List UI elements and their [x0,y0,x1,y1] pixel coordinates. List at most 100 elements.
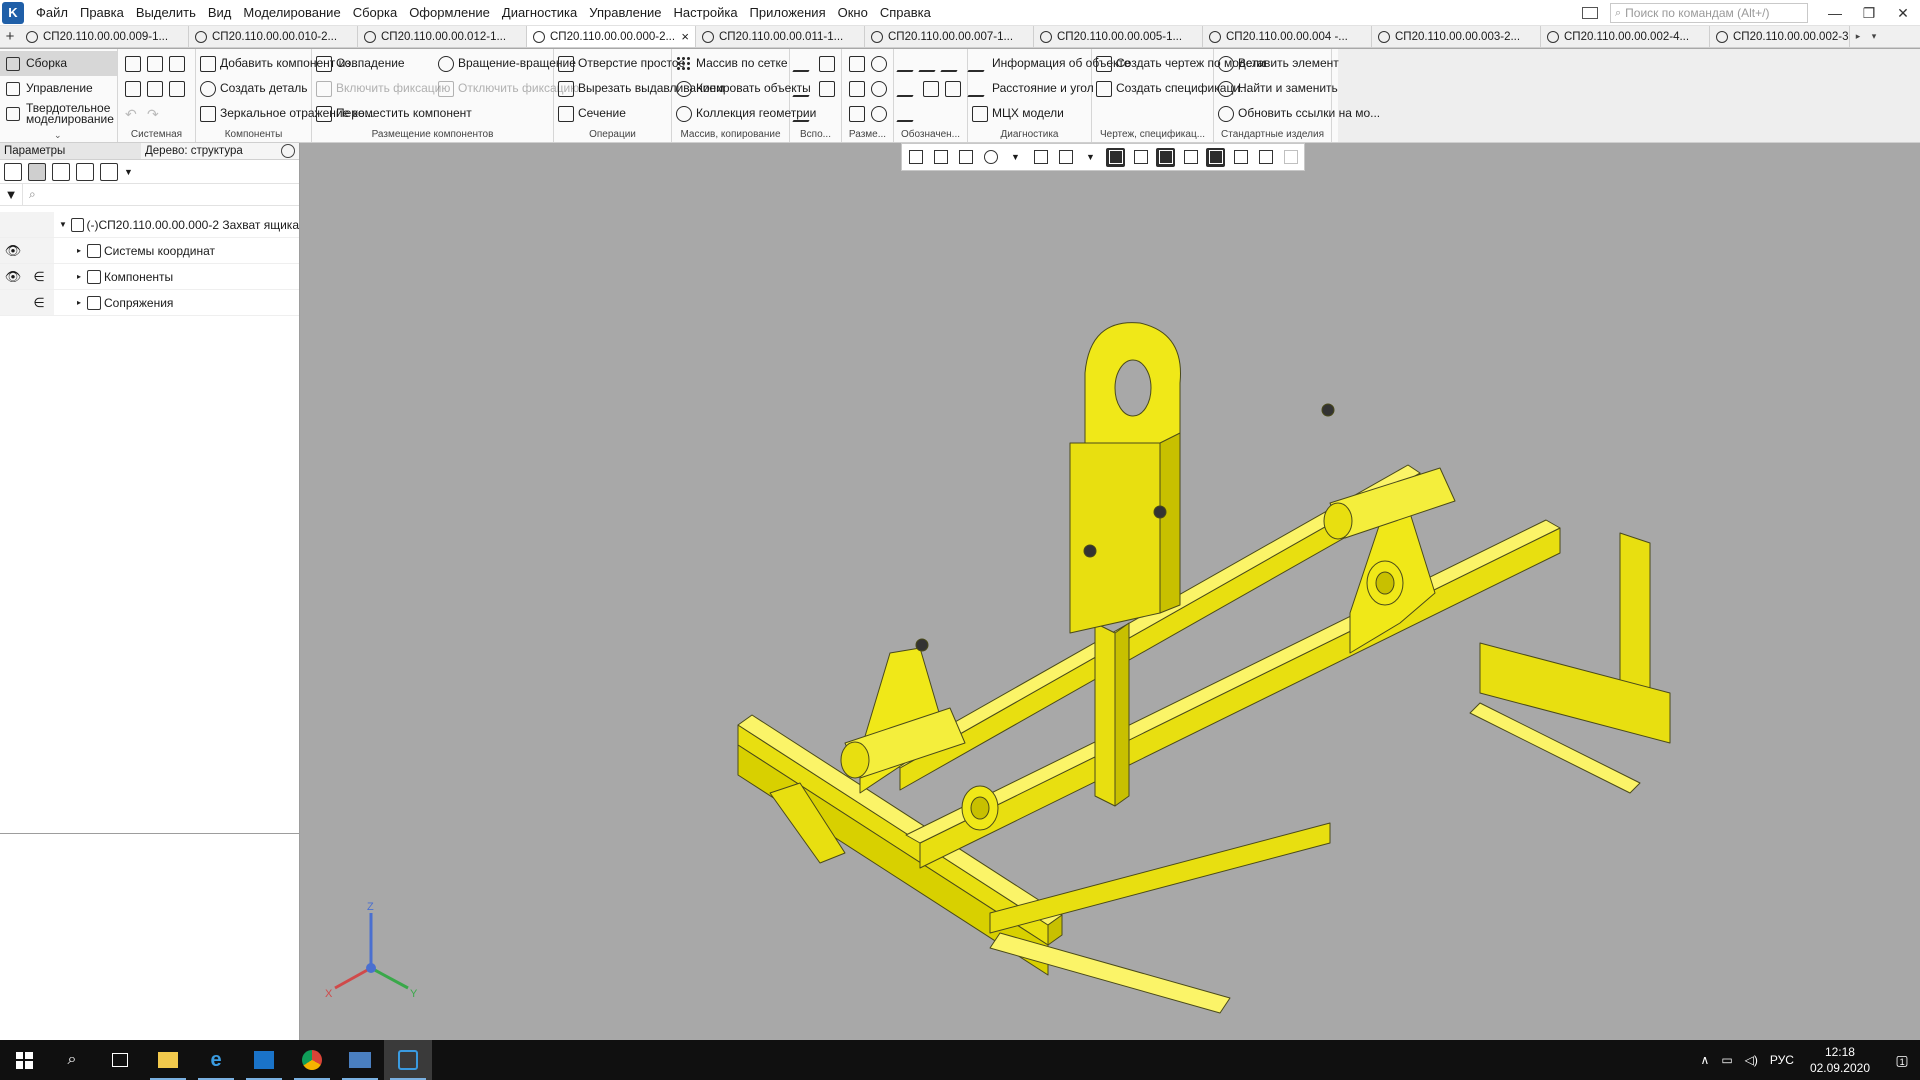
mode-assembly[interactable]: Сборка [0,51,117,76]
tree-node-root[interactable]: ▼ (-)СП20.110.00.00.000-2 Захват ящика [0,212,299,238]
menu-diagnostics[interactable]: Диагностика [496,0,583,26]
assembly-model[interactable]: Z X Y [300,143,1920,1040]
open-folder-icon[interactable] [147,55,163,72]
mode-solid-modeling[interactable]: Твердотельное моделирование [0,101,117,126]
document-tab[interactable]: СП20.110.00.00.002-4... [1541,26,1710,47]
expand-arrow-icon[interactable]: ▸ [74,298,84,307]
tree-node-coordinate-systems[interactable]: 👁 ▸ Системы координат [0,238,299,264]
position-mark-icon[interactable] [923,80,939,97]
create-part-button[interactable]: Создать деталь [200,76,308,101]
menu-edit[interactable]: Правка [74,0,130,26]
tolerance-icon[interactable] [896,80,922,97]
chevron-down-icon[interactable]: ▼ [124,167,133,177]
eye-icon[interactable]: 👁 [0,243,26,259]
close-tab-icon[interactable]: × [681,29,689,44]
chevron-up-icon[interactable]: ∧ [1701,1053,1710,1067]
add-component-button[interactable]: Добавить компонент из... [200,51,361,76]
object-info-button[interactable]: Информация об объекте [967,51,1130,76]
gear-icon[interactable] [281,144,295,158]
taskbar-outlook[interactable] [240,1040,288,1080]
tree-group-icon[interactable] [52,162,70,181]
expand-arrow-icon[interactable]: ▼ [58,220,67,229]
line-icon[interactable] [792,80,818,97]
create-drawing-button[interactable]: Создать чертеж по модели [1096,51,1266,76]
menu-design[interactable]: Оформление [403,0,496,26]
mate-icon[interactable]: ∈ [26,269,52,285]
document-tab[interactable]: СП20.110.00.00.004 -... [1203,26,1372,47]
insert-element-button[interactable]: Вставить элемент [1218,51,1339,76]
document-tab[interactable]: СП20.110.00.00.002-3... [1710,26,1850,47]
document-tab[interactable]: СП20.110.00.00.010-2... [189,26,358,47]
tree-node-components[interactable]: 👁 ∈ ▸ Компоненты [0,264,299,290]
start-button[interactable] [0,1040,48,1080]
expand-arrow-icon[interactable]: ▸ [74,246,84,255]
tab-list-icon[interactable]: ▾ [1866,26,1882,47]
angular-dimension-icon[interactable] [849,80,865,97]
command-search-input[interactable]: ⌕ Поиск по командам (Alt+/) [1610,3,1808,23]
redo-icon[interactable]: ↷ [147,106,163,122]
section-button[interactable]: Сечение [558,101,667,126]
tab-scroll-right-icon[interactable]: ▸ [1850,26,1866,47]
close-button[interactable]: ✕ [1886,0,1920,26]
document-tab[interactable]: СП20.110.00.00.003-2... [1372,26,1541,47]
tree-search-input[interactable]: ⌕ [22,184,299,205]
save-all-icon[interactable] [169,80,185,97]
tree-filter-icon[interactable] [100,162,118,181]
document-tab[interactable]: СП20.110.00.00.005-1... [1034,26,1203,47]
curve-icon[interactable] [792,105,818,122]
menu-file[interactable]: Файл [30,0,74,26]
expand-arrow-icon[interactable]: ▸ [74,272,84,281]
document-tab[interactable]: СП20.110.00.00.009-1... [20,26,189,47]
document-tab[interactable]: СП20.110.00.00.007-1... [865,26,1034,47]
move-component-button[interactable]: Переместить компонент [316,101,472,126]
auto-dimension-icon[interactable] [849,105,865,122]
undo-icon[interactable]: ↶ [125,106,141,122]
mirror-component-button[interactable]: Зеркальное отражение ко... [200,101,375,126]
layout-icon[interactable] [1582,7,1598,19]
tree-structure-icon[interactable] [4,162,22,181]
menu-management[interactable]: Управление [583,0,667,26]
task-view-button[interactable] [96,1040,144,1080]
diameter-dimension-icon[interactable] [871,55,887,72]
menu-help[interactable]: Справка [874,0,937,26]
marking-icon[interactable] [896,105,922,122]
geometry-collection-button[interactable]: Коллекция геометрии [676,101,816,126]
enable-fixation-button[interactable]: Включить фиксацию [316,76,450,101]
document-tab[interactable]: СП20.110.00.00.011-1... [696,26,865,47]
plane-icon[interactable] [819,55,835,72]
minimize-button[interactable]: — [1818,0,1852,26]
tree-tab[interactable]: Дерево: структура [141,143,299,159]
arc-dimension-icon[interactable] [871,105,887,122]
chevron-down-icon[interactable]: ⌄ [54,130,62,141]
tree-node-mates[interactable]: ∈ ▸ Сопряжения [0,290,299,316]
3d-viewport[interactable]: ▼ ▼ Z X Y [300,143,1920,1040]
volume-icon[interactable]: ◁) [1745,1053,1758,1067]
document-tab[interactable]: СП20.110.00.00.012-1... [358,26,527,47]
filter-icon[interactable]: ▼ [0,184,22,206]
kompas-3d-icon[interactable]: K [2,1,24,24]
create-specification-button[interactable]: Создать спецификаци... [1096,76,1250,101]
menu-apps[interactable]: Приложения [744,0,832,26]
clock[interactable]: 12:18 02.09.2020 [1810,1044,1870,1076]
find-replace-button[interactable]: Найти и заменить [1218,76,1338,101]
menu-select[interactable]: Выделить [130,0,202,26]
weld-mark-icon[interactable] [945,80,961,97]
cut-extrude-button[interactable]: Вырезать выдавливанием [558,76,724,101]
tree-build-icon[interactable] [28,162,46,181]
simple-hole-button[interactable]: Отверстие простое [558,51,685,76]
eye-icon[interactable]: 👁 [0,269,26,285]
search-button[interactable]: ⌕ [48,1040,96,1080]
leader-icon[interactable] [896,55,922,72]
copy-objects-button[interactable]: Копировать объекты [676,76,811,101]
save-icon[interactable] [169,55,185,72]
point-icon[interactable] [819,80,835,97]
update-links-button[interactable]: Обновить ссылки на мо... [1218,101,1380,126]
new-tab-button[interactable]: + [0,26,20,47]
taskbar-chrome[interactable] [288,1040,336,1080]
mate-icon[interactable]: ∈ [26,295,52,311]
language-indicator[interactable]: РУС [1770,1053,1794,1067]
taskbar-internet-explorer[interactable]: e [192,1040,240,1080]
roughness-icon[interactable] [918,55,944,72]
menu-view[interactable]: Вид [202,0,238,26]
axis-icon[interactable] [792,55,818,72]
